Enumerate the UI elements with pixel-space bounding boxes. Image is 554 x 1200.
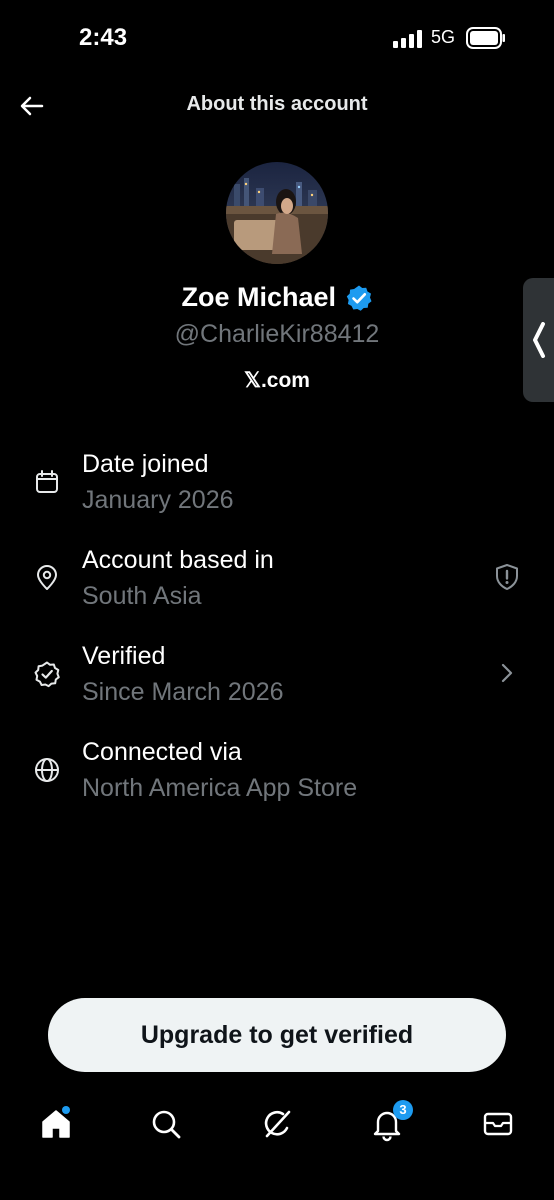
info-row-account-based-in: Account based in South Asia [0,536,554,618]
side-drawer-handle[interactable] [523,278,554,402]
status-time: 2:43 [79,24,128,51]
shield-alert-icon[interactable] [492,562,522,592]
upgrade-button[interactable]: Upgrade to get verified [48,998,506,1072]
info-label: Account based in [82,546,274,574]
info-row-verified[interactable]: Verified Since March 2026 [0,632,554,714]
info-value: Since March 2026 [82,678,284,706]
messages-icon [483,1112,513,1136]
chevron-left-icon [533,322,545,358]
status-bar: 2:43 5G [0,0,554,76]
nav-grok[interactable] [259,1106,295,1142]
calendar-icon [36,470,58,493]
location-pin-icon [37,565,57,590]
avatar[interactable] [226,162,328,264]
nav-messages[interactable] [480,1106,516,1142]
profile-handle: @CharlieKir88412 [174,320,380,348]
nav-notifications[interactable]: 3 [369,1100,413,1142]
search-icon [152,1110,181,1139]
grok-icon [264,1110,291,1138]
info-label: Connected via [82,738,242,766]
info-label: Date joined [82,450,209,478]
home-unread-dot [62,1106,70,1114]
profile-name-row: Zoe Michael [0,282,554,313]
notification-count-badge: 3 [393,1100,413,1120]
nav-home[interactable] [38,1106,74,1142]
nav-search[interactable] [148,1106,184,1142]
chevron-right-icon [501,663,513,683]
info-value: January 2026 [82,486,234,514]
globe-icon [35,758,59,782]
top-bar: About this account [0,80,554,132]
site-label: 𝕏.com [244,369,310,392]
info-row-date-joined: Date joined January 2026 [0,440,554,522]
info-label: Verified [82,642,166,670]
page-title: About this account [186,93,368,115]
info-value: South Asia [82,582,202,610]
info-value: North America App Store [82,774,358,802]
signal-strength-icon [393,30,422,48]
verified-check-icon [34,661,60,688]
profile-name: Zoe Michael [181,282,337,312]
battery-icon [466,27,505,49]
verified-badge-icon [346,285,371,311]
info-row-connected-via: Connected via North America App Store [0,728,554,810]
network-type: 5G [431,27,456,47]
bottom-nav: 3 [0,1092,554,1162]
